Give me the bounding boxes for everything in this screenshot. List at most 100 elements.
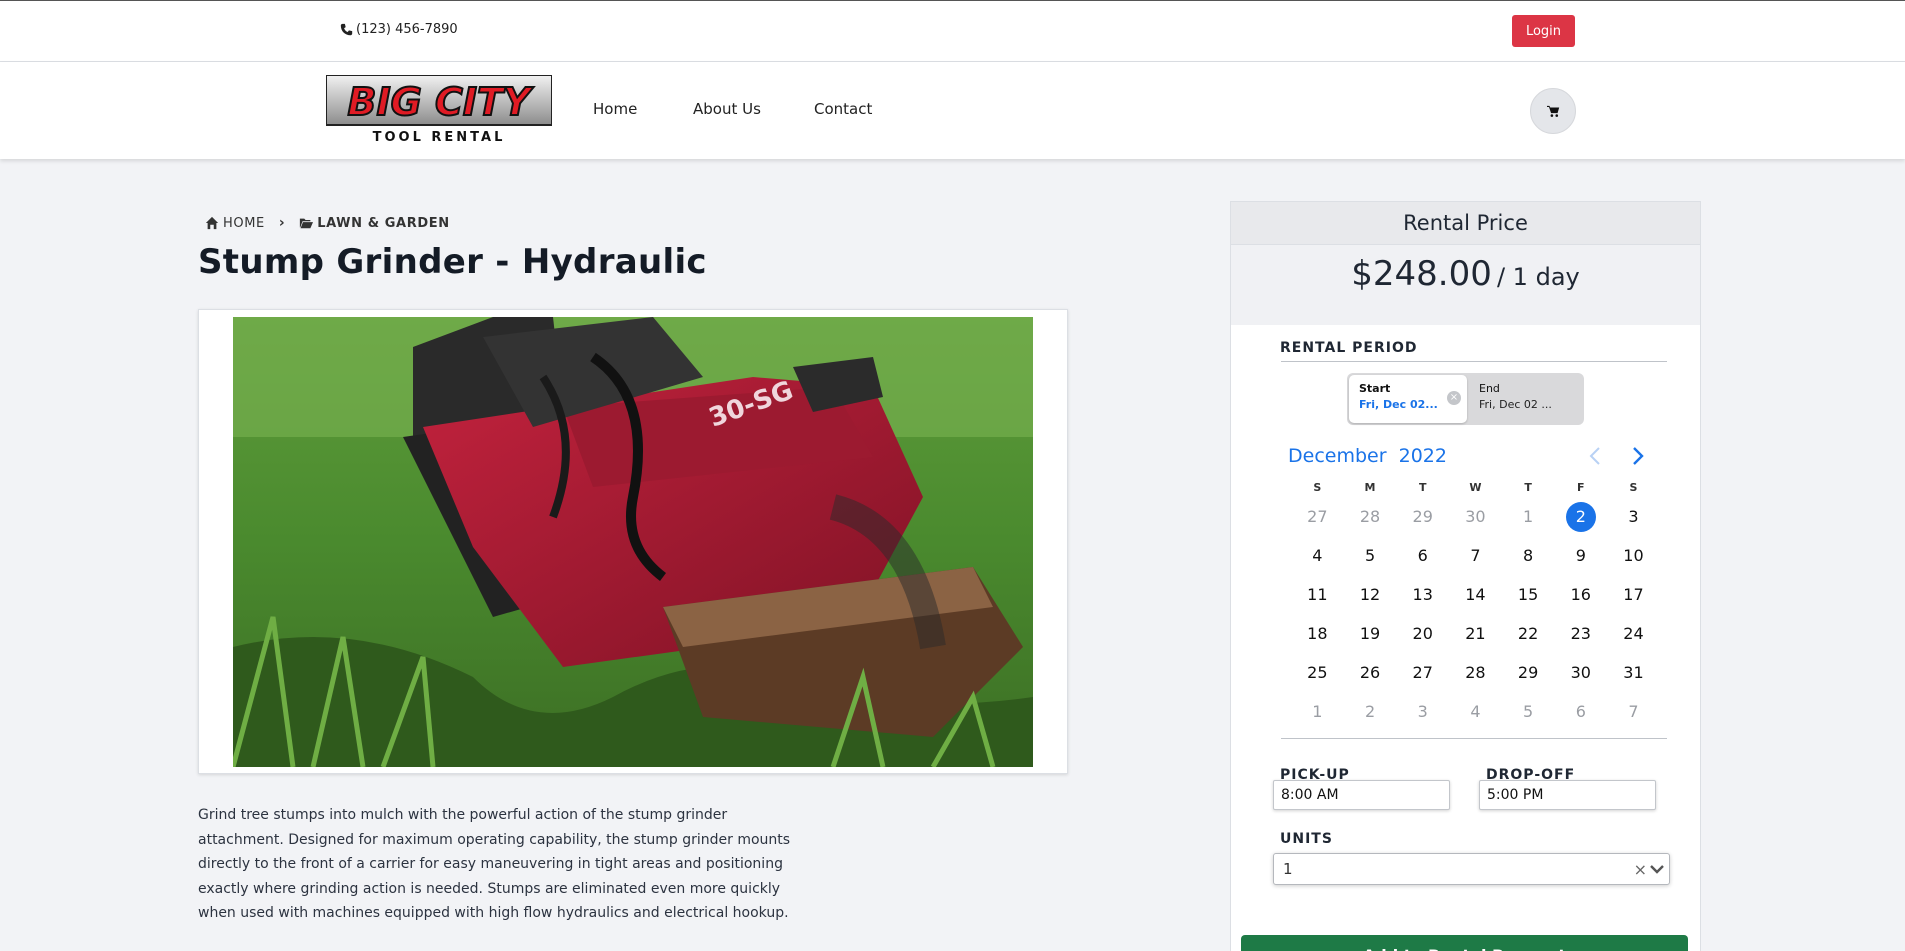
calendar-day[interactable]: 7	[1449, 536, 1502, 575]
calendar-day-number: 21	[1465, 624, 1486, 643]
calendar-day[interactable]: 28	[1449, 653, 1502, 692]
start-date-field[interactable]: Start Fri, Dec 02... ×	[1349, 375, 1467, 423]
calendar-day[interactable]: 20	[1396, 614, 1449, 653]
calendar-day[interactable]: 3	[1396, 692, 1449, 731]
calendar-week-row: 27 28 29 30 1 2 3	[1291, 497, 1660, 536]
page-title: Stump Grinder - Hydraulic	[198, 242, 707, 282]
weekday-label: M	[1364, 481, 1376, 494]
calendar-day[interactable]: 6	[1396, 536, 1449, 575]
calendar-day[interactable]: 13	[1396, 575, 1449, 614]
calendar-day-number: 15	[1517, 585, 1539, 604]
calendar-day[interactable]: 9	[1554, 536, 1607, 575]
calendar-day[interactable]: 3	[1607, 497, 1660, 536]
calendar-day[interactable]: 22	[1502, 614, 1555, 653]
rental-panel: Rental Price $248.00 / 1 day RENTAL PERI…	[1230, 201, 1701, 951]
breadcrumb-home-label: HOME	[223, 215, 265, 231]
chevron-right-icon[interactable]	[1629, 445, 1647, 467]
calendar-day[interactable]: 30	[1554, 653, 1607, 692]
calendar-day-number: 1	[1523, 507, 1534, 526]
chevron-down-icon[interactable]	[1649, 862, 1665, 876]
breadcrumb-home[interactable]: HOME	[205, 216, 265, 231]
calendar-day[interactable]: 14	[1449, 575, 1502, 614]
dropoff-time-input[interactable]: 5:00 PM	[1479, 780, 1656, 810]
calendar-day[interactable]: 30	[1449, 497, 1502, 536]
calendar-day[interactable]: 2	[1344, 692, 1397, 731]
calendar-day[interactable]: 4	[1449, 692, 1502, 731]
rental-panel-header: Rental Price	[1231, 202, 1700, 245]
calendar-day[interactable]: 16	[1554, 575, 1607, 614]
calendar-day[interactable]: 26	[1344, 653, 1397, 692]
calendar-day-number: 12	[1359, 585, 1381, 604]
calendar-day[interactable]: 29	[1502, 653, 1555, 692]
calendar-day-number: 17	[1623, 585, 1644, 604]
calendar-day-number: 27	[1307, 507, 1328, 526]
product-image[interactable]: 30-SG	[233, 317, 1033, 767]
calendar-day[interactable]: 28	[1344, 497, 1397, 536]
calendar-day[interactable]: 4	[1291, 536, 1344, 575]
calendar-year[interactable]: 2022	[1399, 445, 1447, 467]
calendar-day[interactable]: 31	[1607, 653, 1660, 692]
main-nav: BIG CITY TOOL RENTAL Home About Us Conta…	[0, 62, 1905, 159]
calendar-day[interactable]: 27	[1396, 653, 1449, 692]
calendar-day-number: 18	[1307, 624, 1328, 643]
pickup-time-input[interactable]: 8:00 AM	[1273, 780, 1450, 810]
close-icon[interactable]: ×	[1634, 860, 1647, 879]
calendar-day[interactable]: 19	[1344, 614, 1397, 653]
calendar-day[interactable]: 5	[1344, 536, 1397, 575]
calendar-day[interactable]: 17	[1607, 575, 1660, 614]
calendar-day-number: 9	[1575, 546, 1586, 565]
calendar-day[interactable]: 27	[1291, 497, 1344, 536]
breadcrumb-category[interactable]: LAWN & GARDEN	[299, 216, 449, 231]
clear-icon[interactable]: ×	[1447, 391, 1461, 405]
calendar-day[interactable]: 12	[1344, 575, 1397, 614]
calendar-day[interactable]: 1	[1291, 692, 1344, 731]
top-bar: (123) 456-7890 Login	[0, 0, 1905, 62]
login-button[interactable]: Login	[1512, 15, 1575, 47]
calendar-month-year[interactable]: December 2022	[1288, 445, 1447, 467]
calendar-day[interactable]: 7	[1607, 692, 1660, 731]
calendar-day[interactable]: 24	[1607, 614, 1660, 653]
calendar-day-selected[interactable]: 2	[1554, 497, 1607, 536]
weekday-label: W	[1469, 481, 1482, 494]
big-city-logo[interactable]: BIG CITY TOOL RENTAL	[326, 75, 552, 147]
phone-contact[interactable]: (123) 456-7890	[340, 22, 458, 37]
calendar-day[interactable]: 15	[1502, 575, 1555, 614]
product-image-frame: 30-SG	[198, 309, 1068, 774]
calendar-day[interactable]: 29	[1396, 497, 1449, 536]
calendar-day-number: 6	[1417, 546, 1428, 565]
start-date-value: Fri, Dec 02...	[1359, 398, 1438, 411]
calendar-day[interactable]: 8	[1502, 536, 1555, 575]
weekday-label: S	[1313, 481, 1322, 494]
add-to-rental-button[interactable]: Add to Rental Request	[1241, 935, 1688, 951]
nav-contact[interactable]: Contact	[814, 100, 872, 118]
calendar-day[interactable]: 23	[1554, 614, 1607, 653]
phone-icon	[340, 23, 353, 36]
calendar-divider	[1281, 738, 1667, 739]
calendar-day-number: 16	[1570, 585, 1591, 604]
calendar-day[interactable]: 18	[1291, 614, 1344, 653]
calendar-day-number: 19	[1359, 624, 1381, 643]
calendar-day[interactable]: 6	[1554, 692, 1607, 731]
calendar-day-number: 10	[1623, 546, 1644, 565]
calendar-day-number: 28	[1465, 663, 1486, 682]
nav-home[interactable]: Home	[593, 100, 637, 118]
calendar-day-number: 6	[1575, 702, 1586, 721]
calendar-day[interactable]: 25	[1291, 653, 1344, 692]
calendar-day[interactable]: 11	[1291, 575, 1344, 614]
start-date-label: Start	[1359, 382, 1391, 395]
end-date-field[interactable]: End Fri, Dec 02 ...	[1469, 375, 1582, 423]
calendar-day-number: 7	[1628, 702, 1639, 721]
calendar-day[interactable]: 21	[1449, 614, 1502, 653]
cart-button[interactable]	[1530, 88, 1576, 134]
calendar-day-number: 8	[1523, 546, 1534, 565]
calendar-month[interactable]: December	[1288, 445, 1387, 467]
calendar-weekday-row: S M T W T F S	[1291, 481, 1660, 497]
calendar-day[interactable]: 10	[1607, 536, 1660, 575]
calendar-day-number: 11	[1307, 585, 1328, 604]
units-select[interactable]: 1 ×	[1273, 853, 1670, 885]
calendar-day[interactable]: 1	[1502, 497, 1555, 536]
calendar-day[interactable]: 5	[1502, 692, 1555, 731]
nav-about-us[interactable]: About Us	[693, 100, 761, 118]
chevron-left-icon[interactable]	[1586, 445, 1604, 467]
weekday-label: T	[1418, 481, 1427, 494]
